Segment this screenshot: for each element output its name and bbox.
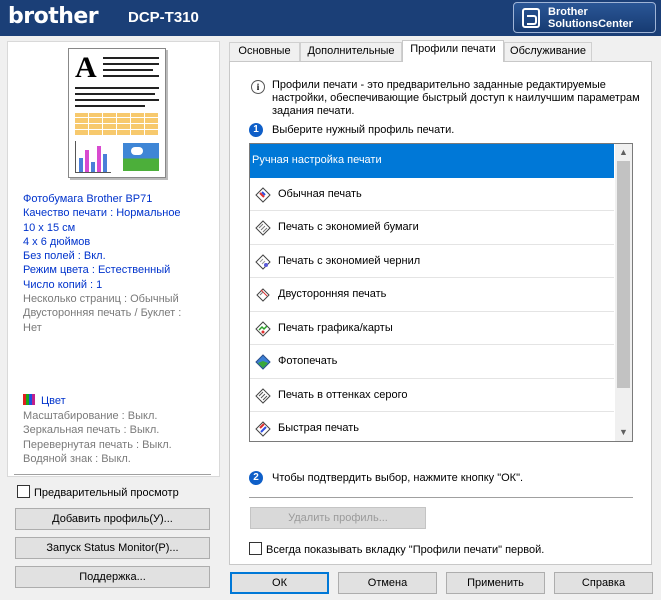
- always-show-label: Всегда показывать вкладку "Профили печат…: [266, 544, 545, 556]
- summary-line: Фотобумага Brother BP71: [23, 193, 153, 205]
- color-mode-row: Цвет: [23, 394, 66, 407]
- list-item-fast[interactable]: Быстрая печать: [250, 412, 614, 441]
- list-item-manual[interactable]: Ручная настройка печати: [250, 144, 614, 178]
- preview-photo-icon: [123, 143, 159, 171]
- document-ink-icon: [255, 253, 271, 270]
- fast-print-icon: [255, 421, 271, 437]
- preview-table-icon: [75, 113, 159, 135]
- tab-basic[interactable]: Основные: [229, 42, 300, 61]
- summary-line: Несколько страниц : Обычный: [23, 293, 179, 306]
- always-show-checkbox-row[interactable]: Всегда показывать вкладку "Профили печат…: [249, 542, 544, 556]
- duplex-icon: [256, 288, 270, 302]
- summary-line: Качество печати : Нормальное: [23, 207, 181, 220]
- list-item-paper-saving[interactable]: Печать с экономией бумаги: [250, 211, 614, 245]
- delete-profile-button[interactable]: Удалить профиль...: [250, 507, 426, 529]
- step-2-text: Чтобы подтвердить выбор, нажмите кнопку …: [272, 472, 524, 484]
- photo-icon: [255, 354, 271, 370]
- summary-line: Нет: [23, 321, 42, 334]
- divider: [14, 474, 211, 475]
- brother-logo: brother: [8, 4, 99, 29]
- step-2-icon: 2: [249, 471, 263, 485]
- solutions-center-line2: SolutionsCenter: [548, 18, 633, 30]
- solutions-center-button[interactable]: Brother SolutionsCenter: [513, 2, 656, 33]
- document-gray-icon: [255, 220, 271, 236]
- list-item-graph-map[interactable]: Печать графика/карты: [250, 312, 614, 345]
- settings-summary-panel: A Фотобумага Brother BP71 Качество печат…: [7, 41, 220, 477]
- solutions-center-line1: Brother: [548, 6, 588, 18]
- grayscale-icon: [255, 387, 271, 404]
- summary-line: Без полей : Вкл.: [23, 250, 106, 263]
- profiles-scrollbar[interactable]: ▲ ▼: [615, 144, 632, 441]
- list-item-duplex[interactable]: Двусторонняя печать: [250, 278, 614, 312]
- tab-print-profiles[interactable]: Профили печати: [402, 40, 504, 62]
- graph-map-icon: [255, 320, 271, 337]
- printer-properties-dialog: { "header": { "logo": "brother", "model"…: [0, 0, 661, 600]
- document-color-icon: [255, 186, 271, 203]
- profiles-description: Профили печати - это предварительно зада…: [272, 79, 640, 117]
- summary-line: Число копий : 1: [23, 278, 103, 291]
- list-item-normal[interactable]: Обычная печать: [250, 178, 614, 211]
- scroll-thumb[interactable]: [617, 161, 630, 388]
- always-show-checkbox[interactable]: [249, 542, 262, 555]
- list-item-grayscale[interactable]: Печать в оттенках серого: [250, 379, 614, 412]
- color-icon: [23, 394, 35, 405]
- page-preview-image: A: [68, 48, 166, 178]
- preview-checkbox[interactable]: [17, 485, 30, 498]
- summary-line: 10 x 15 см: [23, 221, 76, 234]
- printer-model: DCP-T310: [128, 9, 199, 26]
- cancel-button[interactable]: Отмена: [338, 572, 437, 594]
- summary-line: Двусторонняя печать / Буклет :: [23, 307, 182, 320]
- list-item-photo[interactable]: Фотопечать: [250, 345, 614, 379]
- preview-letter-icon: A: [75, 51, 97, 84]
- scroll-down-icon[interactable]: ▼: [615, 424, 632, 441]
- solutions-center-icon: [522, 8, 540, 28]
- summary-line: Перевернутая печать : Выкл.: [23, 438, 172, 451]
- profiles-list[interactable]: Ручная настройка печати Обычная печать П…: [249, 143, 633, 442]
- step-1-text: Выберите нужный профиль печати.: [272, 124, 455, 136]
- ok-button[interactable]: ОК: [230, 572, 329, 594]
- settings-summary-text-2: Масштабирование : Выкл. Зеркальная печат…: [23, 409, 172, 466]
- settings-summary-text: Фотобумага Brother BP71 Качество печати …: [23, 192, 181, 335]
- summary-line: Зеркальная печать : Выкл.: [23, 424, 160, 437]
- help-button[interactable]: Справка: [554, 572, 653, 594]
- support-button[interactable]: Поддержка...: [15, 566, 210, 588]
- summary-line: 4 x 6 дюймов: [23, 235, 91, 248]
- summary-line: Масштабирование : Выкл.: [23, 410, 158, 422]
- add-profile-button[interactable]: Добавить профиль(У)...: [15, 508, 210, 530]
- summary-line: Режим цвета : Естественный: [23, 264, 171, 277]
- step-1-icon: 1: [249, 123, 263, 137]
- tab-advanced[interactable]: Дополнительные: [300, 42, 402, 61]
- apply-button[interactable]: Применить: [446, 572, 545, 594]
- summary-line: Водяной знак : Выкл.: [23, 452, 131, 465]
- preview-chart-icon: [75, 141, 111, 173]
- status-monitor-button[interactable]: Запуск Status Monitor(P)...: [15, 537, 210, 559]
- scroll-up-icon[interactable]: ▲: [615, 144, 632, 161]
- color-label: Цвет: [41, 395, 66, 407]
- preview-checkbox-row[interactable]: Предварительный просмотр: [17, 485, 179, 499]
- print-profiles-panel: i Профили печати - это предварительно за…: [229, 61, 652, 565]
- tab-maintenance[interactable]: Обслуживание: [504, 42, 592, 61]
- header-bar: brother DCP-T310 Brother SolutionsCenter: [0, 0, 661, 36]
- divider: [249, 497, 633, 498]
- info-icon: i: [251, 80, 265, 94]
- preview-checkbox-label: Предварительный просмотр: [34, 487, 179, 499]
- list-item-ink-saving[interactable]: Печать с экономией чернил: [250, 245, 614, 278]
